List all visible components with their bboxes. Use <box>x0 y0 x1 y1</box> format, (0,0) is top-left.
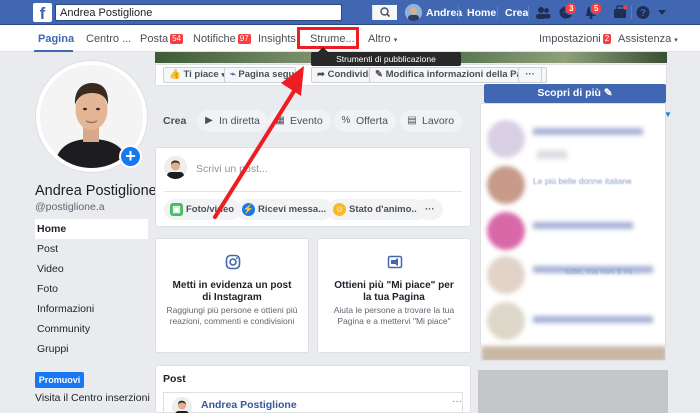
annotation-arrow <box>213 66 304 219</box>
